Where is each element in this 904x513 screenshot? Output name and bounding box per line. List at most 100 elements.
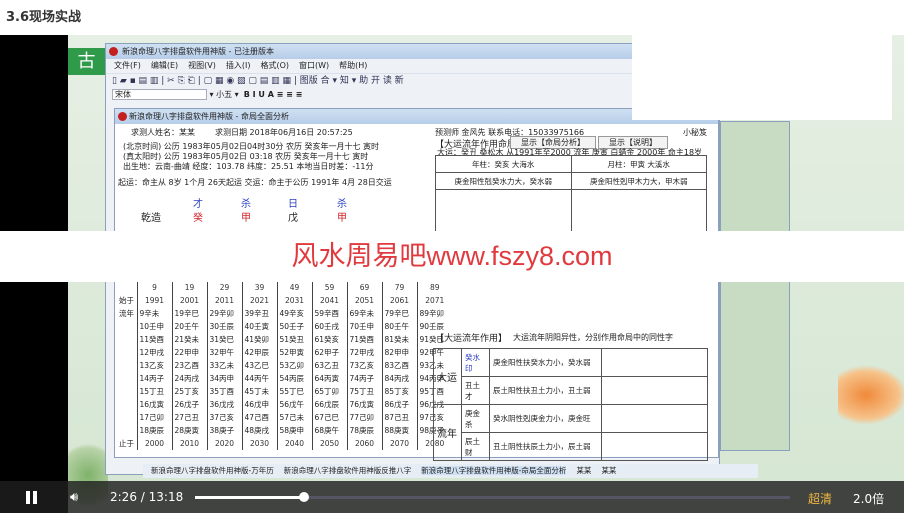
table-cell: 74丙子 <box>346 372 382 385</box>
table-cell: 33乙未 <box>206 359 242 372</box>
row-label <box>117 385 137 398</box>
player-controls: 🔊︎ 2:26 / 13:18 超清 2.0倍 <box>0 481 904 513</box>
section-title-2: 【大运流年作用】 <box>435 334 508 344</box>
cell: 癸水 印 <box>461 348 490 377</box>
analysis-window: 新浪命理八字排盘软件用神版 - 命局全面分析 求测人姓名：某某 求测日期 201… <box>114 108 719 461</box>
cell: 庚金阳性扶癸水力小，癸水弱 <box>489 348 602 377</box>
table-cell: 29 <box>206 281 242 294</box>
table-cell: 20壬午 <box>171 320 207 333</box>
god-year: 才 <box>193 199 203 210</box>
table-cell: 51癸丑 <box>276 333 312 346</box>
table-cell: 58庚申 <box>276 424 312 437</box>
luck-row: 11癸酉 21癸未 31癸巳 41癸卯 51癸丑 61癸亥 71癸酉 81癸未 91癸巳 <box>117 333 452 346</box>
format-buttons[interactable]: B I U A ≡ ≡ ≡ <box>244 90 303 99</box>
menu-view[interactable]: 视图(V) <box>188 61 216 70</box>
left-panel-char: 古 <box>68 48 105 75</box>
menu-help[interactable]: 帮助(H) <box>339 61 367 70</box>
table-cell: 1991 <box>136 294 172 307</box>
luck-row: 14丙子 24丙戌 34丙申 44丙午 54丙辰 64丙寅 74丙子 84丙戌 94丙申 <box>117 372 452 385</box>
table-cell: 65丁卯 <box>311 385 347 398</box>
table-cell: 52甲寅 <box>276 346 312 359</box>
row-label <box>117 424 137 437</box>
table-cell: 10壬申 <box>136 320 172 333</box>
table-cell: 56戊午 <box>276 398 312 411</box>
table-cell: 55丁巳 <box>276 385 312 398</box>
table-cell: 63乙丑 <box>311 359 347 372</box>
table-cell: 13乙亥 <box>136 359 172 372</box>
menu-insert[interactable]: 插入(I) <box>226 61 251 70</box>
table-cell: 43乙巳 <box>241 359 277 372</box>
table-cell: 83乙酉 <box>381 359 417 372</box>
menu-format[interactable]: 格式(O) <box>260 61 289 70</box>
table-cell: 23乙酉 <box>171 359 207 372</box>
luck-row: 18庚辰 28庚寅 38庚子 48庚戌 58庚申 68庚午 78庚辰 88庚寅 98庚子 <box>117 424 452 437</box>
luck-start: 起运：命主从 8岁 1个月 26天起运 交运：命主于公历 1991年 4月 28… <box>118 178 392 187</box>
table-cell: 78庚辰 <box>346 424 382 437</box>
table-cell: 27己丑 <box>171 411 207 424</box>
table-cell: 37己亥 <box>206 411 242 424</box>
table-cell: 2000 <box>136 437 172 450</box>
menu-edit[interactable]: 编辑(E) <box>151 61 178 70</box>
app-logo-icon <box>109 47 118 56</box>
table-cell: 36戊戌 <box>206 398 242 411</box>
toolbar[interactable]: ▯ ▰ ▪ ▤ ▥ | ✂ ⎘ ⎗ | ▢ ▦ ◉ ▧ ▢ ▤ ▥ ▦ | 图版… <box>106 73 719 88</box>
table-cell: 35丁酉 <box>206 385 242 398</box>
table-cell: 25丁亥 <box>171 385 207 398</box>
cell: 庚金阳性剋癸水力大，癸水弱 <box>435 172 572 190</box>
quality-button[interactable]: 超清 <box>808 490 832 507</box>
birthplace: 出生地：云南-曲靖 经度：103.78 纬度：25.51 本地当日时差：-11分 <box>123 162 374 171</box>
liunian-label: 流年 <box>433 404 462 461</box>
table-cell: 87己丑 <box>381 411 417 424</box>
row-label <box>117 281 137 294</box>
table-cell: 69 <box>346 281 382 294</box>
table-cell: 48庚戌 <box>241 424 277 437</box>
cell: 年柱：癸亥 大海水 <box>435 155 572 173</box>
table-cell: 38庚子 <box>206 424 242 437</box>
table-cell: 2051 <box>346 294 382 307</box>
table-cell: 50壬子 <box>276 320 312 333</box>
luck-row: 17己卯 27己丑 37己亥 47己酉 57己未 67己巳 77己卯 87己丑 97己亥 <box>117 411 452 424</box>
menu-file[interactable]: 文件(F) <box>114 61 141 70</box>
table-cell: 26戊子 <box>171 398 207 411</box>
task-item[interactable]: 某某 <box>601 466 616 475</box>
task-item[interactable]: 某某 <box>576 466 591 475</box>
table-cell: 9辛未 <box>136 307 172 320</box>
table-cell: 34丙申 <box>206 372 242 385</box>
table-cell: 77己卯 <box>346 411 382 424</box>
table-cell: 64丙寅 <box>311 372 347 385</box>
cell: 辰土阳性扶丑土力小，丑土弱 <box>489 376 602 405</box>
font-select[interactable]: 宋体 <box>112 89 207 100</box>
app-title: 新浪命理八字排盘软件用神版 - 已注册版本 <box>122 47 274 56</box>
notes-link[interactable]: 小秘笈 <box>683 127 707 138</box>
task-item-active[interactable]: 新浪命理八字排盘软件用神版-命局全面分析 <box>421 466 567 475</box>
size-select[interactable]: 小五 <box>216 90 232 99</box>
god-month: 杀 <box>241 199 251 210</box>
table-cell: 79 <box>381 281 417 294</box>
menu-window[interactable]: 窗口(W) <box>299 61 329 70</box>
table-cell: 41癸卯 <box>241 333 277 346</box>
task-item[interactable]: 新浪命理八字排盘软件用神版反推八字 <box>284 466 412 475</box>
table-cell: 85丁亥 <box>381 385 417 398</box>
table-cell: 2061 <box>381 294 417 307</box>
row-label <box>117 411 137 424</box>
cell: 丑土 才 <box>461 376 490 405</box>
table-cell: 57己未 <box>276 411 312 424</box>
speed-button[interactable]: 2.0倍 <box>853 490 884 507</box>
luck-pillars-table: 9 19 29 39 49 59 69 79 89 始于 1991 2001 2011 2021 2031 2… <box>117 281 452 450</box>
task-item[interactable]: 新浪命理八字排盘软件用神版-万年历 <box>151 466 274 475</box>
god-day: 日 <box>288 199 298 210</box>
table-cell: 39 <box>241 281 277 294</box>
table-cell: 54丙辰 <box>276 372 312 385</box>
progress-handle[interactable] <box>299 492 310 502</box>
stem-hour: 甲 <box>337 213 347 224</box>
white-overlay <box>632 0 892 120</box>
pause-icon[interactable] <box>26 491 37 504</box>
start-row: 始于 1991 2001 2011 2021 2031 2041 2051 2061 2071 <box>117 294 452 307</box>
current-time: 2:26 <box>110 490 137 504</box>
table-cell: 16戊寅 <box>136 398 172 411</box>
table-cell: 67己巳 <box>311 411 347 424</box>
volume-icon[interactable]: 🔊︎ <box>70 490 78 505</box>
cell: 月柱：甲寅 大溪水 <box>570 155 707 173</box>
table-cell: 81癸未 <box>381 333 417 346</box>
progress-bar[interactable] <box>195 492 790 502</box>
